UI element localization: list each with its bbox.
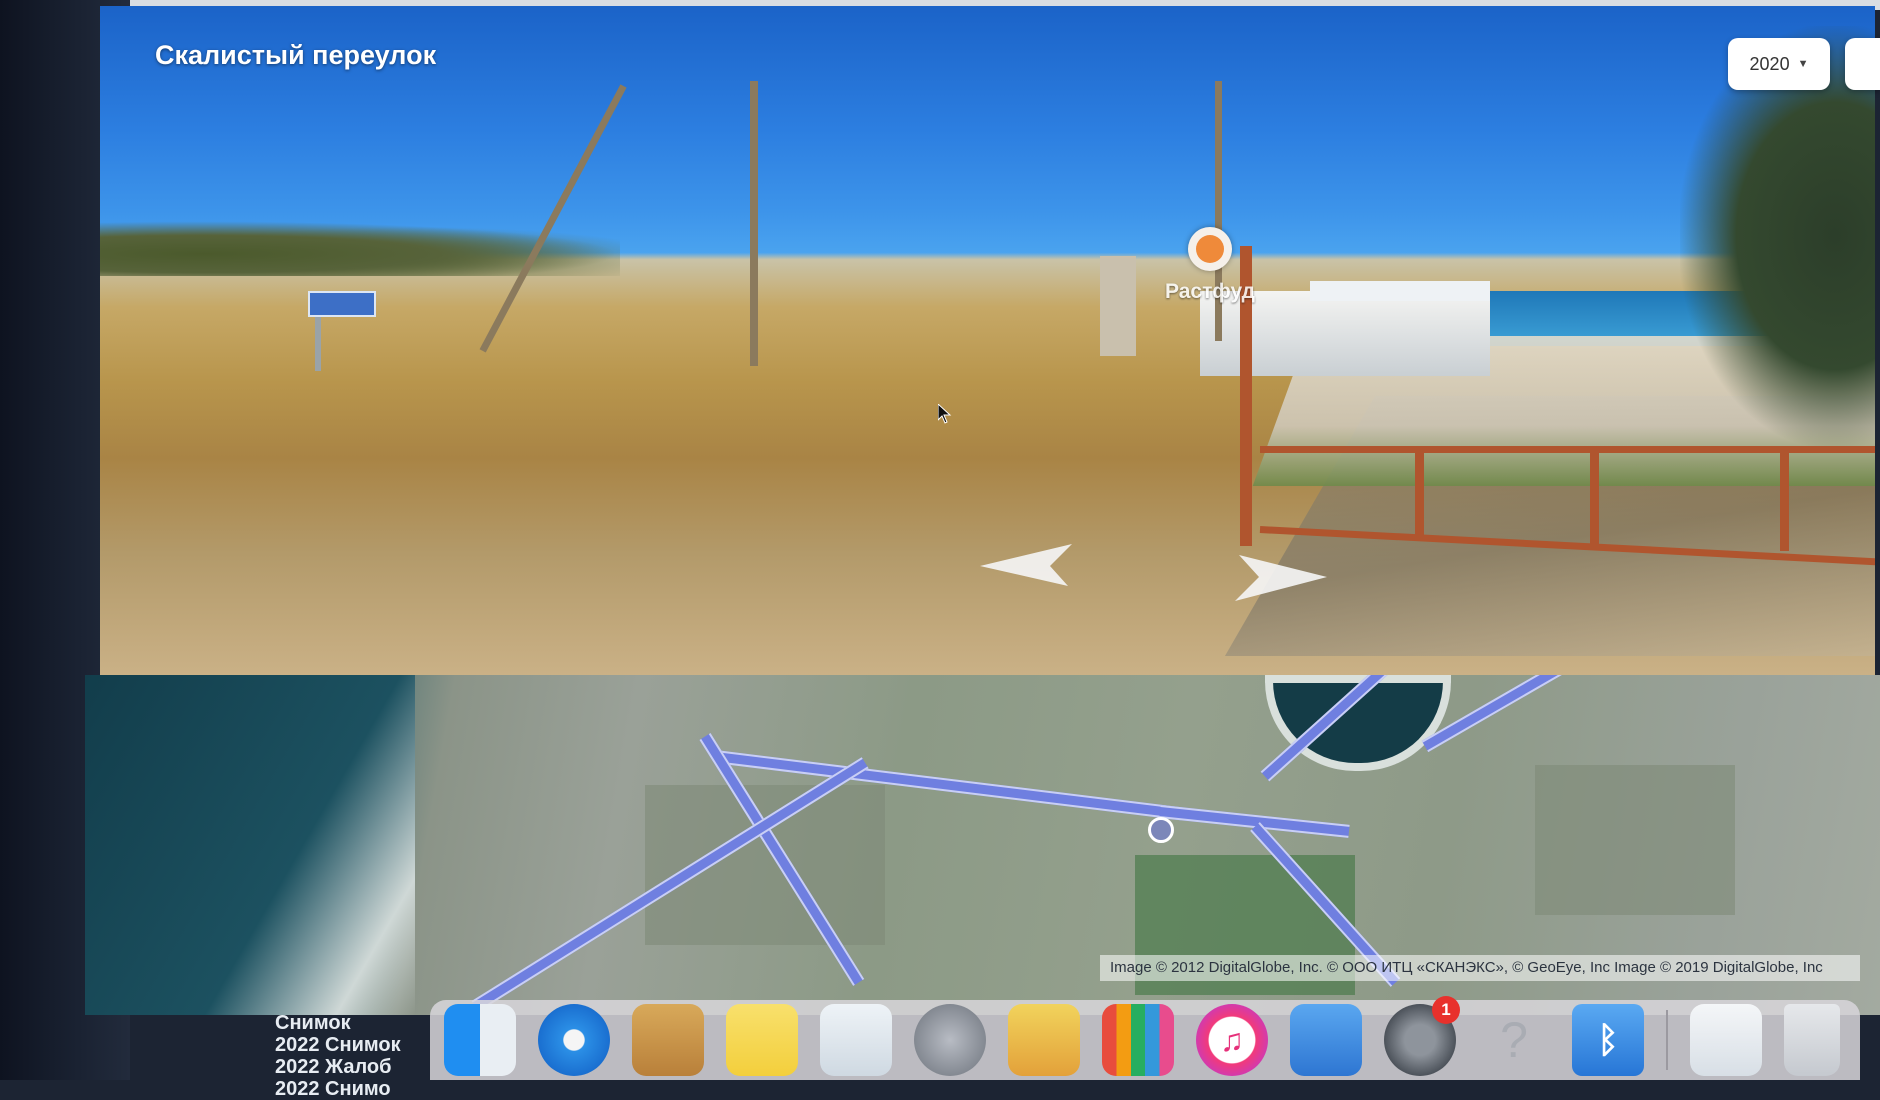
desktop-file-label[interactable]: 2022 Снимо (275, 1078, 401, 1100)
location-pin-icon[interactable] (1148, 817, 1174, 843)
route-line (1421, 675, 1654, 753)
poi-label[interactable]: Растфуд (1165, 280, 1255, 304)
finder-icon[interactable] (444, 1004, 516, 1076)
utility-pole-brace (479, 84, 627, 353)
arrow-left-icon[interactable] (980, 540, 1072, 586)
itunes-icon[interactable]: ♫ (1196, 1004, 1268, 1076)
help-icon[interactable]: ? (1478, 1004, 1550, 1076)
map-copyright: Image © 2012 DigitalGlobe, Inc. © ООО ИТ… (1100, 955, 1860, 981)
launchpad-icon[interactable] (914, 1004, 986, 1076)
field (1535, 765, 1735, 915)
preview-icon[interactable] (820, 1004, 892, 1076)
document-icon[interactable] (1690, 1004, 1762, 1076)
year-value: 2020 (1749, 53, 1790, 74)
notes-folder-icon[interactable] (632, 1004, 704, 1076)
desktop-files: Снимок 2022 Снимок 2022 Жалоб 2022 Снимо (275, 1012, 401, 1100)
chevron-down-icon: ▼ (1797, 58, 1809, 70)
dock-separator (1666, 1010, 1668, 1070)
fence-post (1780, 446, 1789, 551)
poi-icon (1196, 235, 1224, 263)
utility-pole (750, 81, 758, 366)
photo-booth-icon[interactable] (1008, 1004, 1080, 1076)
notification-badge: 1 (1432, 996, 1460, 1024)
system-preferences-icon[interactable]: 1 (1384, 996, 1460, 1076)
sea-area (85, 675, 415, 1015)
stickies-icon[interactable] (726, 1004, 798, 1076)
dock: ♫ 1 ? ᛒ (430, 996, 1860, 1080)
watch-tower (1100, 256, 1136, 356)
field (645, 785, 885, 945)
mouse-cursor-icon (938, 404, 952, 424)
trash-icon[interactable] (1784, 1004, 1840, 1076)
poi-marker[interactable] (1188, 227, 1232, 271)
fence-post (1590, 446, 1599, 546)
arrow-right-icon[interactable] (1235, 555, 1327, 601)
fence-post (1415, 446, 1424, 536)
bluetooth-icon[interactable]: ᛒ (1572, 1004, 1644, 1076)
desktop-file-label[interactable]: Снимок (275, 1012, 401, 1034)
numbers-icon[interactable] (1102, 1004, 1174, 1076)
street-panorama[interactable] (100, 6, 1875, 691)
desktop-file-label[interactable]: 2022 Снимок (275, 1034, 401, 1056)
panel-toggle-button[interactable] (1845, 38, 1880, 90)
street-title: Скалистый переулок (155, 40, 437, 70)
desktop-file-label[interactable]: 2022 Жалоб (275, 1056, 401, 1078)
street-sign (308, 291, 376, 317)
safari-icon[interactable] (538, 1004, 610, 1076)
keynote-icon[interactable] (1290, 1004, 1362, 1076)
year-selector[interactable]: 2020 ▼ (1728, 38, 1830, 90)
